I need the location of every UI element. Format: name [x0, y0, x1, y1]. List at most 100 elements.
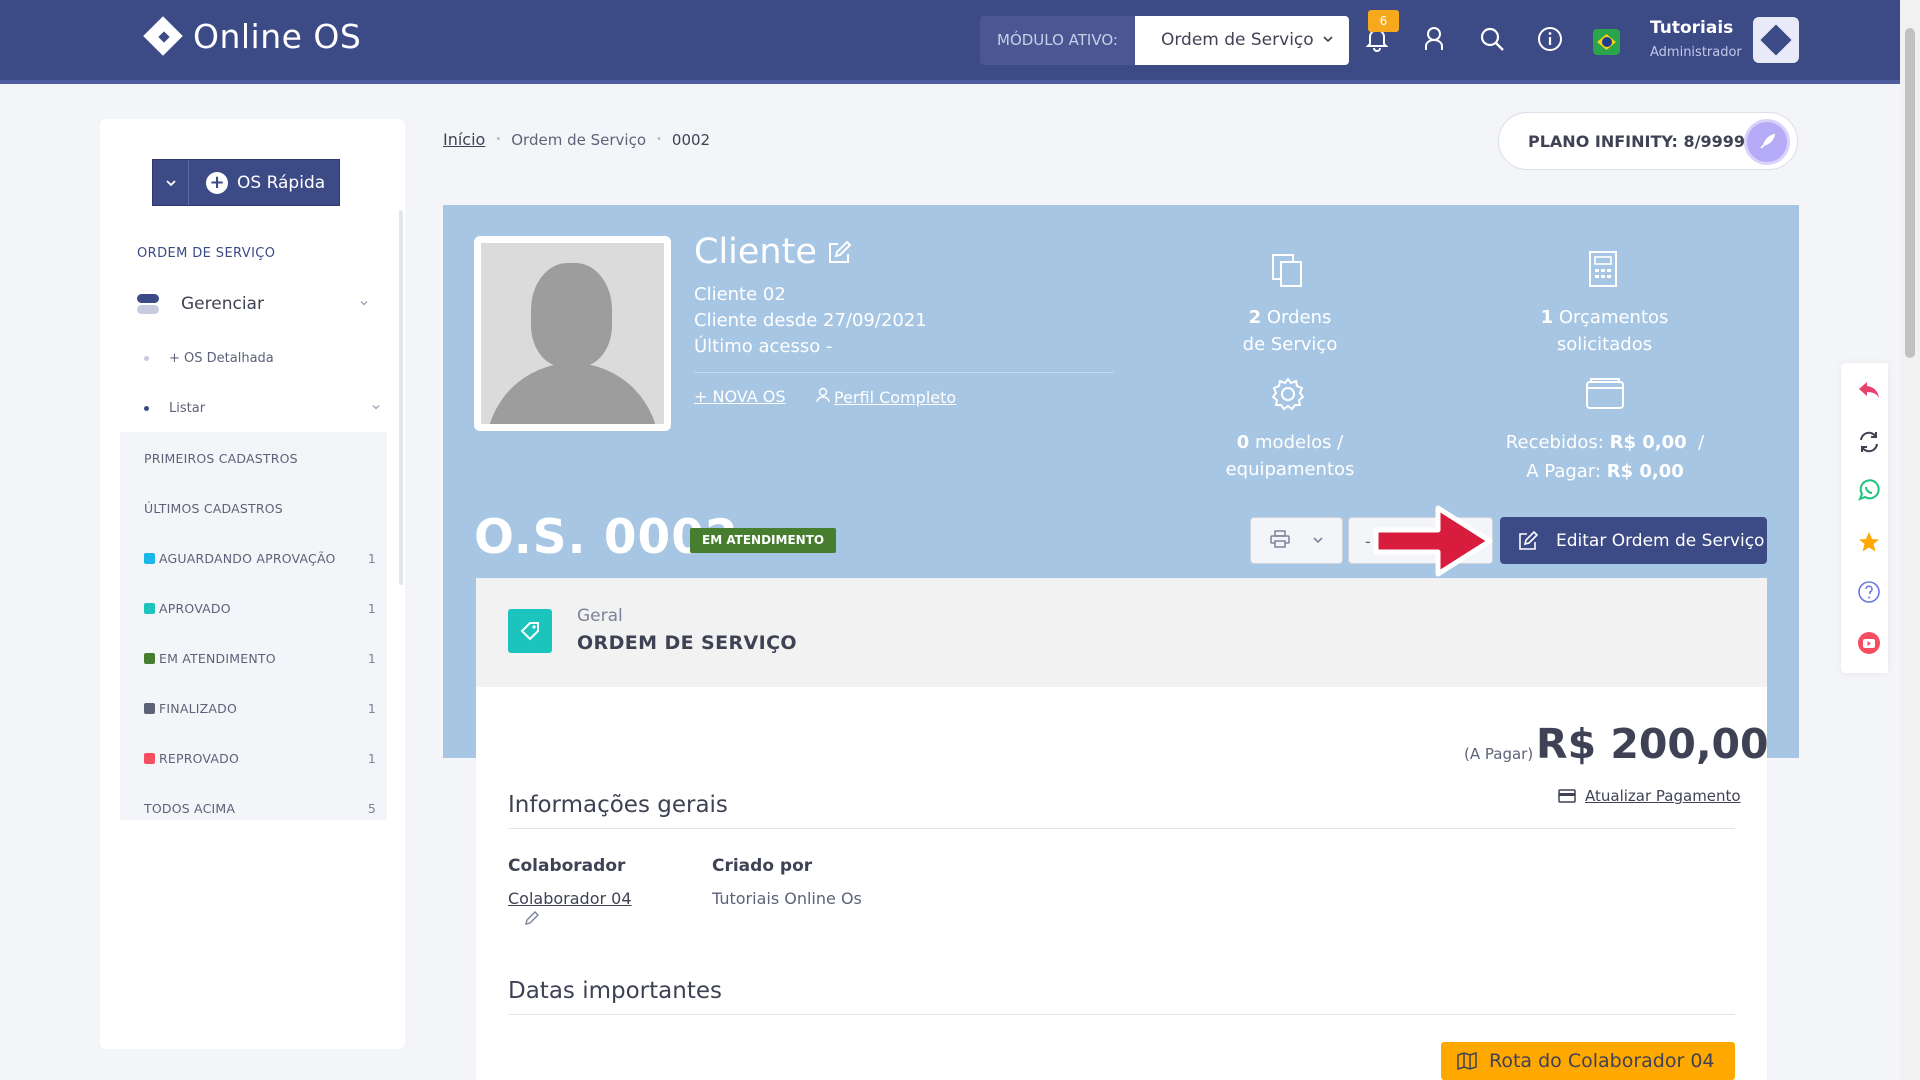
update-payment-label: Atualizar Pagamento [1585, 787, 1741, 805]
quick-os-label: OS Rápida [237, 172, 326, 193]
stat-budgets-count: 1 [1540, 307, 1554, 328]
sidebar-item-os-detailed[interactable]: + OS Detalhada [144, 351, 274, 366]
stat-separator: / [1698, 432, 1705, 453]
list-item-label: EM ATENDIMENTO [159, 651, 276, 666]
list-item[interactable]: APROVADO 1 [144, 601, 376, 616]
list-item[interactable]: FINALIZADO 1 [144, 701, 376, 716]
sidebar-item-label: Gerenciar [181, 294, 264, 314]
plan-label: PLANO INFINITY: 8/9999 [1528, 131, 1746, 151]
client-name: Cliente 02 [694, 284, 786, 305]
print-button[interactable] [1250, 517, 1343, 564]
list-item-label: TODOS ACIMA [144, 801, 236, 816]
avatar[interactable] [1753, 17, 1799, 63]
app-logo[interactable]: Online OS [143, 16, 361, 56]
refresh-icon[interactable] [1856, 429, 1882, 455]
breadcrumb-section-link[interactable]: Ordem de Serviço [511, 131, 646, 149]
plus-circle-icon: + [206, 171, 228, 194]
client-since: Cliente desde 27/09/2021 [694, 310, 927, 331]
full-profile-label: Perfil Completo [834, 387, 957, 407]
whatsapp-icon[interactable] [1856, 477, 1882, 503]
sidebar-scrollbar[interactable] [399, 210, 403, 585]
stat-received-value: R$ 0,00 [1609, 432, 1687, 453]
stat-orders-label: Ordens [1266, 307, 1332, 328]
new-os-label: NOVA OS [712, 387, 786, 406]
list-item[interactable]: EM ATENDIMENTO 1 [144, 651, 376, 666]
copy-icon [1270, 252, 1306, 292]
stat-budgets-label: Orçamentos [1558, 307, 1669, 328]
collaborator-route-button[interactable]: Rota do Colaborador 04 [1441, 1042, 1735, 1080]
list-item[interactable]: REPROVADO 1 [144, 751, 376, 766]
edit-icon[interactable] [826, 240, 852, 266]
status-color-swatch [144, 603, 155, 614]
printer-icon [1269, 529, 1290, 552]
bullet-icon [144, 406, 149, 411]
quick-os-button[interactable]: + OS Rápida [152, 159, 340, 206]
stat-to-pay-label: A Pagar: [1526, 461, 1601, 482]
info-icon[interactable] [1535, 24, 1565, 54]
user-icon [816, 387, 830, 407]
full-profile-link[interactable]: Perfil Completo [816, 387, 956, 407]
pay-amount: R$ 200,00 [1536, 720, 1769, 768]
status-badge: EM ATENDIMENTO [690, 528, 837, 553]
card-title: ORDEM DE SERVIÇO [577, 632, 797, 654]
brazil-flag-icon[interactable] [1593, 29, 1620, 55]
stat-budgets-label-2: solicitados [1556, 334, 1653, 355]
stat-models: 0 modelos / equipamentos [1200, 429, 1380, 483]
list-item-label: FINALIZADO [159, 701, 238, 716]
breadcrumb-home-link[interactable]: Início [443, 130, 485, 149]
status-color-swatch [144, 653, 155, 664]
edit-order-label: Editar Ordem de Serviço [1556, 530, 1765, 551]
bullet-icon [144, 356, 149, 361]
list-item[interactable]: TODOS ACIMA 5 [144, 801, 376, 816]
youtube-icon[interactable] [1856, 630, 1882, 656]
stat-models-label: modelos / [1255, 432, 1344, 453]
credit-card-icon [1558, 789, 1576, 803]
new-os-link[interactable]: + NOVA OS [694, 387, 785, 406]
sidebar-item-manage[interactable]: Gerenciar [137, 292, 369, 316]
module-label: MÓDULO ATIVO: [980, 16, 1135, 65]
plan-badge[interactable]: PLANO INFINITY: 8/9999 [1498, 112, 1798, 170]
stat-orders: 2 Ordens de Serviço [1210, 304, 1370, 358]
breadcrumb: Início • Ordem de Serviço • 0002 [443, 130, 710, 149]
list-item-count: 1 [367, 751, 376, 766]
help-icon[interactable] [1856, 579, 1882, 605]
list-item-label: PRIMEIROS CADASTROS [144, 451, 298, 466]
chevron-down-icon[interactable] [153, 160, 189, 205]
breadcrumb-current: 0002 [671, 130, 711, 149]
breadcrumb-separator: • [656, 134, 662, 145]
logo-diamond-icon [143, 16, 183, 56]
stat-orders-label-2: de Serviço [1242, 334, 1338, 355]
list-item[interactable]: PRIMEIROS CADASTROS [144, 451, 376, 466]
active-module[interactable]: MÓDULO ATIVO: Ordem de Serviço [980, 16, 1349, 65]
list-item[interactable]: AGUARDANDO APROVAÇÃO 1 [144, 551, 376, 566]
star-icon[interactable] [1856, 529, 1882, 555]
floating-toolbar [1841, 363, 1888, 673]
card-subtitle: Geral [577, 606, 623, 626]
route-button-label: Rota do Colaborador 04 [1489, 1050, 1715, 1072]
sidebar-item-label: + OS Detalhada [169, 351, 274, 366]
sidebar-item-list[interactable]: Listar [144, 401, 381, 416]
divider [508, 1014, 1735, 1015]
list-item-count: 1 [367, 601, 376, 616]
pencil-icon[interactable] [524, 910, 540, 930]
stat-budgets: 1 Orçamentos solicitados [1517, 304, 1692, 358]
update-payment-link[interactable]: Atualizar Pagamento [1558, 787, 1741, 805]
list-item[interactable]: ÚLTIMOS CADASTROS [144, 501, 376, 516]
list-item-count: 1 [367, 701, 376, 716]
section-title-dates: Datas importantes [508, 978, 722, 1004]
module-select[interactable]: Ordem de Serviço [1134, 16, 1349, 65]
page-scrollbar-thumb[interactable] [1905, 28, 1915, 358]
user-name[interactable]: Tutoriais [1650, 18, 1733, 38]
search-icon[interactable] [1477, 24, 1507, 54]
client-last-access: Último acesso - [694, 336, 833, 357]
list-item-label: APROVADO [159, 601, 231, 616]
reply-icon[interactable] [1856, 377, 1882, 403]
sidebar-item-label: Listar [169, 401, 206, 416]
gear-icon [1270, 376, 1306, 416]
edit-order-button[interactable]: Editar Ordem de Serviço [1500, 517, 1767, 564]
collaborator-link[interactable]: Colaborador 04 [508, 889, 632, 908]
toggle-icon [137, 292, 161, 316]
sidebar-section-title: ORDEM DE SERVIÇO [137, 246, 276, 261]
created-by-label: Criado por [712, 856, 813, 876]
user-icon[interactable] [1419, 24, 1449, 54]
